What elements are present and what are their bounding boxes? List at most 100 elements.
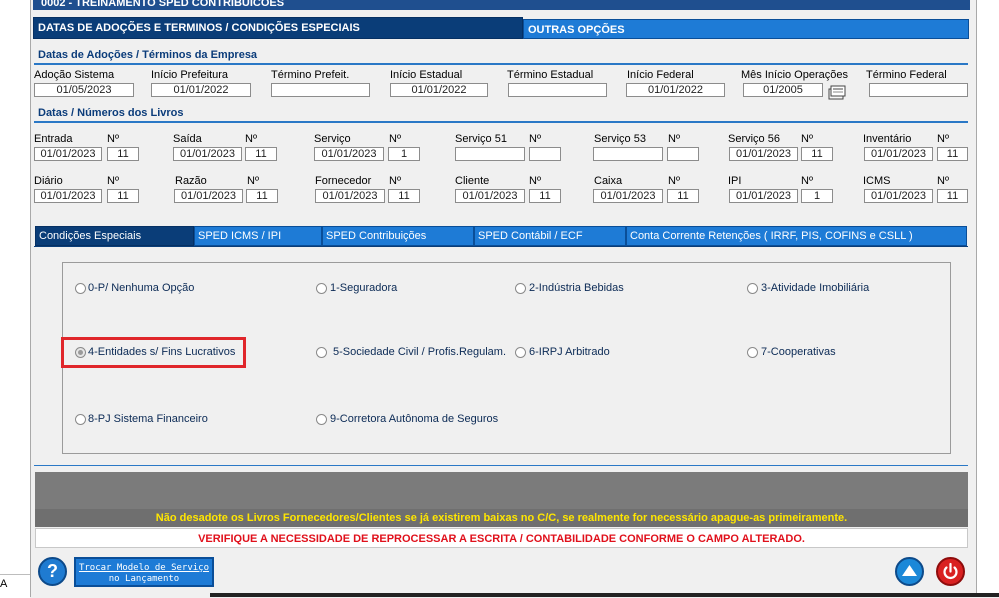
label-caixa: Caixa — [594, 175, 623, 187]
tab-datas-adocoes[interactable]: DATAS DE ADOÇÕES E TERMINOS / CONDIÇÕES … — [33, 17, 523, 39]
subtab-conta-corrente-retencoes[interactable]: Conta Corrente Retenções ( IRRF, PIS, CO… — [626, 226, 967, 246]
move-up-button[interactable] — [895, 557, 924, 586]
label-servico-53: Serviço 53 — [594, 133, 646, 145]
input-termino-estadual[interactable] — [508, 83, 607, 97]
warning-message: Não desadote os Livros Fornecedores/Clie… — [35, 509, 968, 527]
input-inicio-federal[interactable]: 01/01/2022 — [626, 83, 725, 97]
trocar-modelo-button[interactable]: Trocar Modelo de Serviço no Lançamento — [74, 557, 214, 587]
subtab-sped-contabil-ecf[interactable]: SPED Contábil / ECF — [474, 226, 626, 246]
input-caixa-data[interactable]: 01/01/2023 — [593, 189, 663, 203]
input-caixa-num[interactable]: 11 — [667, 189, 699, 203]
label-opcao-9[interactable]: 9-Corretora Autônoma de Seguros — [330, 413, 498, 425]
radio-opcao-7[interactable] — [747, 347, 758, 358]
subtab-sped-icms-ipi[interactable]: SPED ICMS / IPI — [194, 226, 322, 246]
section-title-empresa: Datas de Adoções / Términos da Empresa — [38, 49, 258, 61]
input-servico-56-data[interactable]: 01/01/2023 — [729, 147, 798, 161]
help-button[interactable]: ? — [38, 557, 67, 586]
input-icms-num[interactable]: 11 — [937, 189, 968, 203]
input-servico-51-data[interactable] — [455, 147, 525, 161]
input-ipi-num[interactable]: 1 — [801, 189, 833, 203]
input-servico-data[interactable]: 01/01/2023 — [314, 147, 384, 161]
label-num: Nº — [107, 175, 119, 187]
input-servico-53-data[interactable] — [593, 147, 663, 161]
label-num: Nº — [529, 133, 541, 145]
input-entrada-data[interactable]: 01/01/2023 — [34, 147, 102, 161]
label-opcao-6[interactable]: 6-IRPJ Arbitrado — [529, 346, 610, 358]
input-diario-num[interactable]: 11 — [107, 189, 139, 203]
label-opcao-0[interactable]: 0-P/ Nenhuma Opção — [88, 282, 194, 294]
subtab-sped-contribuicoes[interactable]: SPED Contribuições — [322, 226, 474, 246]
label-num: Nº — [668, 175, 680, 187]
radio-opcao-3[interactable] — [747, 283, 758, 294]
trocar-modelo-label-2: no Lançamento — [108, 574, 180, 584]
input-ipi-data[interactable]: 01/01/2023 — [729, 189, 798, 203]
input-termino-federal[interactable] — [869, 83, 968, 97]
label-entrada: Entrada — [34, 133, 73, 145]
input-diario-data[interactable]: 01/01/2023 — [34, 189, 102, 203]
section-title-livros: Datas / Números dos Livros — [38, 107, 184, 119]
input-razao-data[interactable]: 01/01/2023 — [174, 189, 243, 203]
left-strip-text: A — [0, 578, 8, 590]
label-inicio-federal: Início Federal — [627, 69, 694, 81]
label-saida: Saída — [173, 133, 202, 145]
radio-opcao-9[interactable] — [316, 414, 327, 425]
input-cliente-data[interactable]: 01/01/2023 — [455, 189, 525, 203]
input-fornecedor-data[interactable]: 01/01/2023 — [315, 189, 385, 203]
alert-message: VERIFIQUE A NECESSIDADE DE REPROCESSAR A… — [35, 528, 968, 548]
input-icms-data[interactable]: 01/01/2023 — [864, 189, 933, 203]
input-entrada-num[interactable]: 11 — [107, 147, 139, 161]
label-num: Nº — [389, 175, 401, 187]
radio-opcao-1[interactable] — [316, 283, 327, 294]
label-num: Nº — [937, 175, 949, 187]
input-servico-56-num[interactable]: 11 — [801, 147, 833, 161]
label-num: Nº — [937, 133, 949, 145]
input-mes-inicio-operacoes[interactable]: 01/2005 — [743, 83, 823, 97]
label-icms: ICMS — [863, 175, 891, 187]
left-background-strip — [0, 0, 30, 597]
input-fornecedor-num[interactable]: 11 — [388, 189, 420, 203]
input-saida-num[interactable]: 11 — [245, 147, 277, 161]
radio-opcao-6[interactable] — [515, 347, 526, 358]
label-opcao-3[interactable]: 3-Atividade Imobiliária — [761, 282, 869, 294]
input-inventario-num[interactable]: 11 — [937, 147, 968, 161]
input-inicio-prefeitura[interactable]: 01/01/2022 — [151, 83, 251, 97]
arrow-up-icon — [902, 565, 917, 576]
input-saida-data[interactable]: 01/01/2023 — [173, 147, 242, 161]
input-adocao-sistema[interactable]: 01/05/2023 — [34, 83, 134, 97]
input-cliente-num[interactable]: 11 — [529, 189, 561, 203]
input-servico-51-num[interactable] — [529, 147, 561, 161]
calendar-icon[interactable] — [828, 84, 846, 100]
label-opcao-5[interactable]: 5-Sociedade Civil / Profis.Regulam. — [333, 346, 506, 358]
exit-button[interactable] — [936, 557, 965, 586]
label-termino-federal: Término Federal — [866, 69, 947, 81]
radio-opcao-0[interactable] — [75, 283, 86, 294]
input-servico-53-num[interactable] — [667, 147, 699, 161]
radio-opcao-5[interactable] — [316, 347, 327, 358]
label-num: Nº — [801, 133, 813, 145]
input-servico-num[interactable]: 1 — [388, 147, 420, 161]
input-inicio-estadual[interactable]: 01/01/2022 — [390, 83, 488, 97]
label-inventario: Inventário — [863, 133, 912, 145]
window-title: 0002 - TREINAMENTO SPED CONTRIBUICOES — [33, 0, 970, 10]
label-opcao-1[interactable]: 1-Seguradora — [330, 282, 397, 294]
status-area — [35, 472, 968, 509]
tab-outras-opcoes[interactable]: OUTRAS OPÇÕES — [523, 19, 969, 39]
label-inicio-prefeitura: Início Prefeitura — [151, 69, 229, 81]
label-opcao-8[interactable]: 8-PJ Sistema Financeiro — [88, 413, 208, 425]
subtab-condicoes-especiais[interactable]: Condições Especiais — [35, 226, 194, 246]
label-num: Nº — [389, 133, 401, 145]
label-ipi: IPI — [728, 175, 742, 187]
label-fornecedor: Fornecedor — [315, 175, 372, 187]
panel-divider — [34, 465, 968, 466]
label-opcao-7[interactable]: 7-Cooperativas — [761, 346, 836, 358]
label-inicio-estadual: Início Estadual — [390, 69, 463, 81]
input-termino-prefeitura[interactable] — [271, 83, 370, 97]
question-icon: ? — [47, 561, 58, 581]
label-num: Nº — [801, 175, 813, 187]
radio-opcao-8[interactable] — [75, 414, 86, 425]
input-inventario-data[interactable]: 01/01/2023 — [864, 147, 933, 161]
label-opcao-2[interactable]: 2-Indústria Bebidas — [529, 282, 624, 294]
radio-opcao-2[interactable] — [515, 283, 526, 294]
input-razao-num[interactable]: 11 — [246, 189, 278, 203]
section-divider — [34, 63, 968, 65]
